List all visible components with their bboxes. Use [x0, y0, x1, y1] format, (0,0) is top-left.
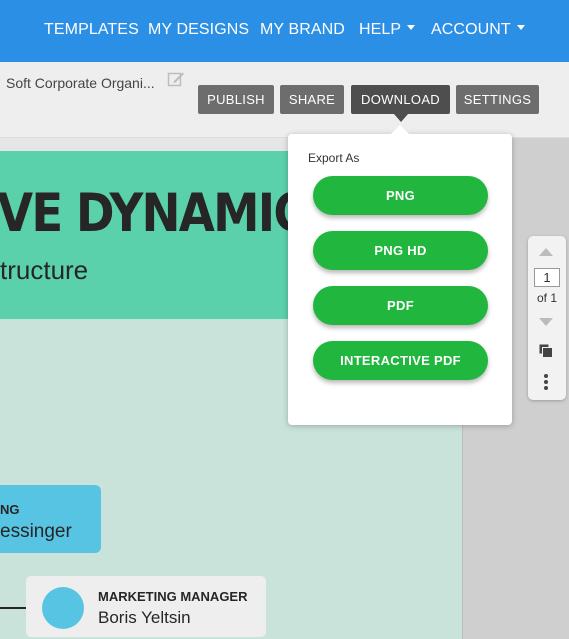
copy-page-icon[interactable] [539, 344, 553, 358]
export-dropdown: Export As PNG PNG HD PDF INTERACTIVE PDF [288, 125, 512, 425]
settings-button[interactable]: SETTINGS [456, 85, 539, 114]
avatar [42, 587, 84, 629]
chevron-down-icon [407, 25, 416, 31]
export-as-label: Export As [308, 151, 360, 165]
chevron-up-icon[interactable] [539, 248, 553, 256]
org-card-2[interactable]: MARKETING MANAGER Boris Yeltsin [26, 576, 266, 637]
nav-my-brand[interactable]: MY BRAND [260, 21, 345, 39]
top-nav: TEMPLATES MY DESIGNS MY BRAND HELP ACCOU… [0, 0, 569, 62]
nav-account-label: ACCOUNT [431, 21, 511, 38]
export-png-hd-button[interactable]: PNG HD [313, 231, 488, 270]
card-name: Boris Yeltsin [98, 608, 191, 627]
hero-title[interactable]: VE DYNAMIC [0, 183, 308, 244]
page-navigator: 1 of 1 [528, 236, 566, 400]
chevron-down-icon [516, 25, 525, 31]
toolbar: Soft Corporate Organi... PUBLISH SHARE D… [0, 62, 569, 138]
org-card-1[interactable]: NG essinger [0, 485, 101, 553]
more-vertical-icon[interactable] [544, 374, 548, 390]
nav-my-designs[interactable]: MY DESIGNS [148, 21, 249, 39]
hero-subtitle[interactable]: tructure [0, 255, 88, 286]
export-pdf-button[interactable]: PDF [313, 286, 488, 325]
share-button[interactable]: SHARE [280, 85, 344, 114]
export-interactive-pdf-button[interactable]: INTERACTIVE PDF [313, 341, 488, 380]
export-png-button[interactable]: PNG [313, 176, 488, 215]
nav-templates[interactable]: TEMPLATES [44, 21, 139, 39]
publish-button[interactable]: PUBLISH [198, 85, 274, 114]
connector-line [0, 607, 26, 609]
card-role: MARKETING MANAGER [98, 589, 248, 604]
page-count: of 1 [536, 291, 557, 305]
edit-icon[interactable] [167, 70, 185, 88]
nav-help[interactable]: HELP [359, 21, 416, 39]
page-number-input[interactable]: 1 [534, 268, 560, 287]
card-name: essinger [0, 521, 72, 542]
nav-help-label: HELP [359, 21, 402, 38]
download-button[interactable]: DOWNLOAD [351, 85, 450, 122]
card-role: NG [0, 502, 20, 517]
chevron-down-icon[interactable] [539, 318, 553, 326]
nav-account[interactable]: ACCOUNT [431, 21, 525, 39]
document-title[interactable]: Soft Corporate Organi... [6, 75, 155, 91]
